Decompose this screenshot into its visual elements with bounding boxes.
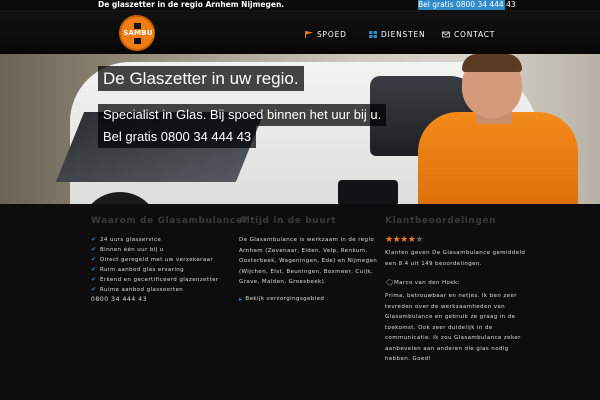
glazier-hair <box>462 54 522 72</box>
nav-contact[interactable]: CONTACT <box>442 28 495 40</box>
list-item: ✔ Binnen één uur bij u <box>91 245 241 255</box>
list-item: ✔ Erkend en gecertificeerd glazenzetter <box>91 275 241 285</box>
hero-subline: Specialist in Glas. Bij spoed binnen het… <box>98 104 387 126</box>
list-item-text: 24 uurs glasservice <box>100 237 162 243</box>
hero-banner: De Glaszetter in uw regio. Specialist in… <box>0 54 600 204</box>
speech-bubble-icon: 🗨 <box>385 279 395 287</box>
star-rating: ★★★★★ <box>385 235 530 245</box>
list-item: ✔ Ruim aanbod glas ervaring <box>91 265 241 275</box>
review-quote: Prima, betrouwbaar en netjes. Ik ben zee… <box>385 293 521 362</box>
check-icon: ✔ <box>91 256 97 263</box>
van-mirror <box>338 180 398 204</box>
hero-headline: De Glaszetter in uw regio. <box>98 66 304 91</box>
nav-spoed-label: SPOED <box>317 29 347 39</box>
mail-icon <box>442 31 450 37</box>
list-item-text: Ruime aanbod glassoorten <box>100 287 184 293</box>
nav-diensten-label: DIENSTEN <box>381 29 426 39</box>
list-item-text: Erkend en gecertificeerd glazenzetter <box>100 277 219 283</box>
site-header: SAMBU SPOED DIENSTEN CONTACT <box>0 10 600 54</box>
check-icon: ✔ <box>91 246 97 253</box>
top-bar: De glaszetter in de regio Arnhem Nijmege… <box>0 0 600 10</box>
hero-phone: Bel gratis 0800 34 444 43 <box>98 126 257 148</box>
list-item-text: Binnen één uur bij u <box>100 247 164 253</box>
list-item-text: Ruim aanbod glas ervaring <box>100 267 185 273</box>
nav-diensten[interactable]: DIENSTEN <box>369 28 425 40</box>
why-list: ✔ 24 uurs glasservice ✔ Binnen één uur bij… <box>91 235 241 295</box>
check-icon: ✔ <box>91 276 97 283</box>
logo[interactable]: SAMBU <box>119 15 155 51</box>
reviews-summary: Klanten geven De Glasambulance gemiddeld… <box>385 250 526 267</box>
list-item: ✔ Ruime aanbod glassoorten <box>91 285 241 295</box>
reviews-title: Klantbeoordelingen <box>385 216 497 226</box>
logo-text: SAMBU <box>122 29 154 38</box>
list-item: ✔ Direct geregeld met uw verzekeraar <box>91 255 241 265</box>
reviews-section: Klantbeoordelingen ★★★★★ Klanten geven D… <box>385 216 530 365</box>
check-icon: ✔ <box>91 286 97 293</box>
review-author: Marco van den Hoek: <box>394 280 460 286</box>
call-free-button[interactable]: Bel gratis 0800 34 444 43 <box>418 0 516 10</box>
service-area-link-label: Bekijk verzorgingsgebied <box>245 296 325 302</box>
area-title: Altijd in de buurt <box>239 216 337 226</box>
review-author-row: 🗨 Marco van den Hoek: <box>385 279 530 287</box>
glazier-person-image <box>418 112 578 204</box>
tagline: De glaszetter in de regio Arnhem Nijmege… <box>98 0 285 9</box>
why-section: Waarom de Glasambulance? ✔ 24 uurs glasse… <box>91 216 249 304</box>
why-title: Waarom de Glasambulance? <box>91 216 249 226</box>
check-icon: ✔ <box>91 236 97 243</box>
star-icon: ★ <box>415 235 423 245</box>
why-phone[interactable]: 0800 34 444 43 <box>91 295 241 304</box>
area-section: Altijd in de buurt De Glasambulance is w… <box>239 216 389 303</box>
list-item-text: Direct geregeld met uw verzekeraar <box>100 257 214 263</box>
star-icon: ★ <box>385 235 393 245</box>
flag-icon <box>305 30 313 38</box>
area-text: De Glasambulance is werkzaam in de regio… <box>239 237 378 285</box>
van-wheel <box>80 192 160 204</box>
star-icon: ★ <box>400 235 408 245</box>
nav-spoed[interactable]: SPOED <box>305 28 347 40</box>
list-item: ✔ 24 uurs glasservice <box>91 235 241 245</box>
arrow-right-icon: ▸ <box>239 295 243 303</box>
nav-contact-label: CONTACT <box>454 29 496 39</box>
windows-icon <box>369 30 377 38</box>
check-icon: ✔ <box>91 266 97 273</box>
service-area-link[interactable]: ▸ Bekijk verzorgingsgebied <box>239 296 389 303</box>
